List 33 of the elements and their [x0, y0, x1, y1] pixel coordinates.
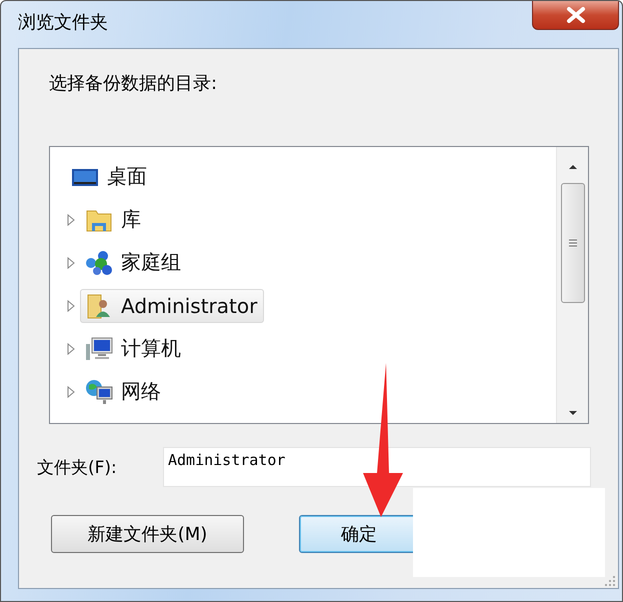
expand-icon[interactable]: [66, 212, 76, 226]
tree-item-label: 计算机: [121, 335, 181, 362]
network-icon: [85, 378, 113, 404]
close-button[interactable]: [532, 1, 619, 30]
tree-item[interactable]: 家庭组: [80, 245, 188, 280]
computer-icon: [85, 336, 113, 362]
prompt-text: 选择备份数据的目录:: [49, 72, 218, 95]
tree-item-label: 库: [121, 206, 141, 233]
tree-item[interactable]: Administrator: [80, 288, 264, 322]
tree-item-label: Administrator: [121, 294, 258, 318]
dialog-button[interactable]: 新建文件夹(M): [51, 515, 244, 553]
tree-item[interactable]: 网络: [80, 374, 168, 409]
expand-icon[interactable]: [66, 256, 76, 270]
spheres-icon: [85, 250, 113, 276]
tree-item-label: 家庭组: [121, 249, 181, 276]
tree-item[interactable]: 计算机: [80, 331, 188, 366]
resize-grip-icon[interactable]: [602, 573, 616, 587]
user-folder-icon: [85, 292, 113, 318]
tree-item[interactable]: 桌面: [66, 159, 154, 194]
folder-label: 文件夹(F):: [37, 456, 118, 478]
expand-icon[interactable]: [66, 384, 76, 398]
scroll-down-icon[interactable]: [566, 409, 578, 417]
scroll-up-icon[interactable]: [566, 163, 578, 171]
scrollbar[interactable]: [556, 147, 588, 423]
window-title: 浏览文件夹: [18, 11, 108, 34]
tree-item[interactable]: 库: [80, 202, 148, 237]
expand-icon[interactable]: [66, 342, 76, 356]
expand-icon[interactable]: [66, 298, 76, 312]
folder-input[interactable]: Administrator: [163, 447, 591, 487]
close-icon: [564, 7, 586, 23]
tree-item-label: 桌面: [107, 163, 147, 190]
scroll-thumb[interactable]: [560, 183, 584, 303]
tree-item-label: 网络: [121, 378, 161, 405]
